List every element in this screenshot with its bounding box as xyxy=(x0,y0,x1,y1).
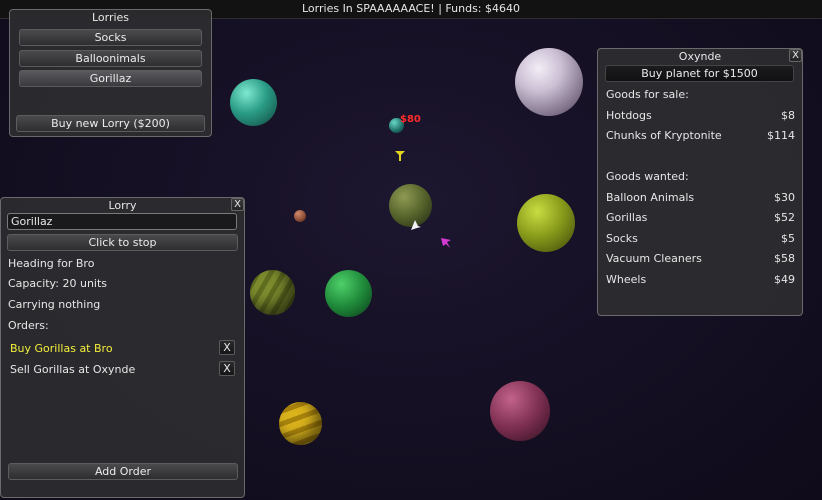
lorry-item-gorillaz[interactable]: Gorillaz xyxy=(19,70,202,87)
order-row[interactable]: Sell Gorillas at Oxynde X xyxy=(1,360,244,378)
lorry-panel: Lorry X Click to stop Heading for Bro Ca… xyxy=(0,197,245,498)
remove-order-button[interactable]: X xyxy=(219,361,235,376)
planet-panel-close-button[interactable]: X xyxy=(789,49,802,62)
planet-gold[interactable] xyxy=(279,402,322,445)
goods-for-sale-label: Goods for sale: xyxy=(606,88,689,101)
lorry-name-input[interactable] xyxy=(7,213,237,230)
map-price-tag: $80 xyxy=(400,114,421,125)
wanted-item-name: Wheels xyxy=(606,273,647,286)
wanted-item-name: Socks xyxy=(606,232,638,245)
lorry-ship-white-icon[interactable] xyxy=(409,218,422,231)
planet-teal[interactable] xyxy=(230,79,277,126)
lorry-item-socks[interactable]: Socks xyxy=(19,29,202,46)
wanted-item-name: Gorillas xyxy=(606,211,648,224)
buy-planet-button[interactable]: Buy planet for $1500 xyxy=(605,65,794,82)
wanted-item-name: Balloon Animals xyxy=(606,191,695,204)
planet-panel: Oxynde X Buy planet for $1500 Goods for … xyxy=(597,48,803,316)
planet-green[interactable] xyxy=(325,270,372,317)
planet-tiny-brown[interactable] xyxy=(294,210,306,222)
wanted-item-price: $49 xyxy=(774,273,795,286)
lorry-panel-close-button[interactable]: X xyxy=(231,198,244,211)
lorry-ship-yellow-icon[interactable] xyxy=(394,150,406,162)
planet-oxynde[interactable] xyxy=(515,48,583,116)
order-row[interactable]: Buy Gorillas at Bro X xyxy=(1,339,244,357)
lorry-ship-magenta-icon[interactable] xyxy=(440,237,452,249)
sale-item-name: Hotdogs xyxy=(606,109,652,122)
add-order-button[interactable]: Add Order xyxy=(8,463,238,480)
wanted-item-price: $5 xyxy=(781,232,795,245)
order-text[interactable]: Buy Gorillas at Bro xyxy=(10,342,113,355)
title-funds-text: Lorries In SPAAAAAACE! | Funds: $4640 xyxy=(302,2,520,15)
wanted-item-price: $52 xyxy=(774,211,795,224)
wanted-item-name: Vacuum Cleaners xyxy=(606,252,702,265)
lorry-capacity-text: Capacity: 20 units xyxy=(8,277,108,290)
remove-order-button[interactable]: X xyxy=(219,340,235,355)
lorry-heading-text: Heading for Bro xyxy=(8,257,95,270)
sale-item-name: Chunks of Kryptonite xyxy=(606,129,722,142)
stop-lorry-button[interactable]: Click to stop xyxy=(7,234,238,251)
buy-lorry-button[interactable]: Buy new Lorry ($200) xyxy=(16,115,205,132)
orders-label: Orders: xyxy=(8,319,49,332)
sale-item-price: $114 xyxy=(767,129,795,142)
lorry-item-balloonimals[interactable]: Balloonimals xyxy=(19,50,202,67)
planet-magenta[interactable] xyxy=(490,381,550,441)
lorries-panel: Lorries Socks Balloonimals Gorillaz Buy … xyxy=(9,9,212,137)
sale-item-price: $8 xyxy=(781,109,795,122)
planet-panel-title: Oxynde xyxy=(678,50,722,63)
wanted-item-price: $30 xyxy=(774,191,795,204)
order-text[interactable]: Sell Gorillas at Oxynde xyxy=(10,363,135,376)
lorry-panel-title: Lorry xyxy=(108,199,137,212)
planet-striped-olive[interactable] xyxy=(250,270,295,315)
goods-wanted-label: Goods wanted: xyxy=(606,170,689,183)
wanted-item-price: $58 xyxy=(774,252,795,265)
lorries-panel-title: Lorries xyxy=(91,11,130,24)
lorry-carrying-text: Carrying nothing xyxy=(8,298,101,311)
planet-yellow-green[interactable] xyxy=(517,194,575,252)
